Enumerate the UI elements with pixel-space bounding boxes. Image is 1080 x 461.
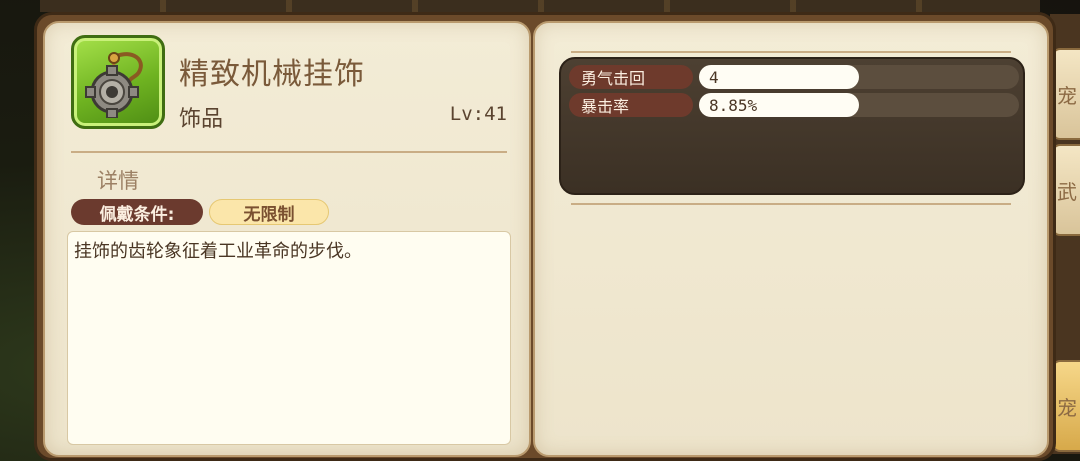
stat-value: 4 — [699, 65, 859, 89]
item-level: Lv:41 — [449, 103, 507, 125]
side-tab-pet[interactable]: 宠 — [1052, 48, 1080, 140]
description-text: 挂饰的齿轮象征着工业革命的步伐。 — [74, 241, 362, 262]
stats-top-divider — [571, 51, 1011, 53]
requirement-value: 无限制 — [209, 199, 329, 225]
stat-row: 勇气击回 4 — [569, 65, 1019, 89]
side-tab-label: 宠 — [1057, 83, 1077, 108]
item-detail-book: 精致机械挂饰 饰品 Lv:41 详情 佩戴条件: 无限制 挂饰的齿轮象征着工业革… — [34, 12, 1056, 461]
stats-panel: 勇气击回 4 暴击率 8.85% — [559, 57, 1025, 195]
details-heading: 详情 — [97, 169, 139, 193]
header-divider — [71, 151, 507, 153]
side-tab-label: 宠 — [1057, 395, 1077, 420]
item-info-page: 精致机械挂饰 饰品 Lv:41 详情 佩戴条件: 无限制 挂饰的齿轮象征着工业革… — [43, 21, 531, 457]
stat-name: 勇气击回 — [569, 65, 693, 89]
stat-row: 暴击率 8.85% — [569, 93, 1019, 117]
side-tab-pet-active[interactable]: 宠 — [1052, 360, 1080, 452]
stat-value: 8.85% — [699, 93, 859, 117]
item-name: 精致机械挂饰 — [179, 57, 365, 92]
stat-name: 暴击率 — [569, 93, 693, 117]
item-type: 饰品 — [179, 107, 224, 132]
requirement-label: 佩戴条件: — [71, 199, 203, 225]
game-scene: 宠 武 宠 精致机械挂饰 饰品 Lv:41 详情 佩戴条件: 无限制 挂饰的齿轮… — [0, 0, 1080, 461]
side-tab-weapon[interactable]: 武 — [1052, 144, 1080, 236]
mechanical-gear-pendant-icon — [85, 52, 143, 118]
top-decorative-strip — [40, 0, 1040, 12]
item-icon-frame — [71, 35, 165, 129]
side-tab-label: 武 — [1057, 179, 1077, 204]
stats-bottom-divider — [571, 203, 1011, 205]
item-stats-page: 勇气击回 4 暴击率 8.85% — [533, 21, 1049, 457]
description-box: 挂饰的齿轮象征着工业革命的步伐。 — [67, 231, 511, 445]
